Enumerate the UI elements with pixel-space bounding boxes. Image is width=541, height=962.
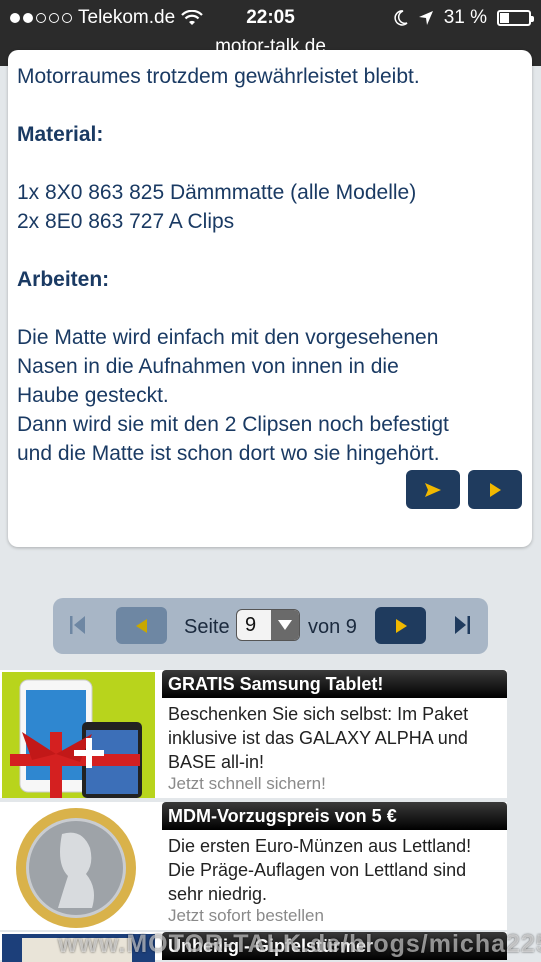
status-right: 31 % xyxy=(394,7,534,29)
carrier-name: Telekom.de xyxy=(78,7,176,28)
chevron-down-icon xyxy=(271,610,299,640)
article-text-fragment: Motorraumes trotzdem gewährleistet bleib… xyxy=(17,65,420,88)
work-heading: Arbeiten: xyxy=(17,268,110,291)
watermark: www.MOTOR-TALK.de/blogs/micha225/ xyxy=(58,930,541,958)
wifi-icon xyxy=(181,10,203,25)
page-count-label: von 9 xyxy=(308,616,357,638)
page-select[interactable]: 9 xyxy=(236,609,300,641)
page-select-value: 9 xyxy=(245,614,257,636)
ad-title[interactable]: GRATIS Samsung Tablet! xyxy=(162,670,507,698)
work-line: Dann wird sie mit den 2 Clipsen noch bef… xyxy=(17,413,449,436)
first-page-icon xyxy=(70,616,85,634)
arrow-right-icon xyxy=(395,618,407,633)
article-body: Motorraumes trotzdem gewährleistet bleib… xyxy=(17,62,517,468)
signal-strength-icon xyxy=(10,13,72,23)
status-bar: Telekom.de 22:05 31 % xyxy=(0,0,541,34)
article-actions xyxy=(406,470,522,509)
ad-title[interactable]: MDM-Vorzugspreis von 5 € xyxy=(162,802,507,830)
ad-description: Beschenken Sie sich selbst: Im Paket ink… xyxy=(168,704,469,772)
next-page-button[interactable] xyxy=(375,607,426,644)
location-arrow-icon xyxy=(418,11,433,25)
work-line: Die Matte wird einfach mit den vorgesehe… xyxy=(17,326,439,349)
material-item: 2x 8E0 863 727 A Clips xyxy=(17,210,235,233)
article-card: Motorraumes trotzdem gewährleistet bleib… xyxy=(8,50,532,547)
material-item: 1x 8X0 863 825 Dämmmatte (alle Modelle) xyxy=(17,181,417,204)
ad-image-coin xyxy=(2,804,155,930)
material-heading: Material: xyxy=(17,123,104,146)
status-left: Telekom.de xyxy=(10,7,203,29)
moon-icon xyxy=(394,10,408,26)
battery-percent: 31 % xyxy=(443,7,487,28)
ad-image-tablet xyxy=(2,672,155,798)
ad-item[interactable]: MDM-Vorzugspreis von 5 € Die ersten Euro… xyxy=(0,802,507,930)
arrow-left-icon xyxy=(135,618,147,633)
next-article-button[interactable] xyxy=(468,470,522,509)
ad-cta[interactable]: Jetzt sofort bestellen xyxy=(168,906,324,926)
first-page-button[interactable] xyxy=(67,613,89,642)
work-line: und die Matte ist schon dort wo sie hing… xyxy=(17,442,440,465)
ad-item[interactable]: GRATIS Samsung Tablet! Beschenken Sie si… xyxy=(0,670,507,798)
battery-icon xyxy=(497,10,534,26)
share-arrow-icon xyxy=(425,482,441,497)
play-arrow-icon xyxy=(490,482,501,497)
last-page-icon xyxy=(455,616,470,634)
work-line: Nasen in die Aufnahmen von innen in die xyxy=(17,355,399,378)
page-label: Seite xyxy=(184,616,230,638)
ad-cta[interactable]: Jetzt schnell sichern! xyxy=(168,774,326,794)
last-page-button[interactable] xyxy=(451,613,473,642)
work-line: Haube gesteckt. xyxy=(17,384,169,407)
share-button[interactable] xyxy=(406,470,460,509)
previous-page-button[interactable] xyxy=(116,607,167,644)
ad-description: Die ersten Euro-Münzen aus Lettland! Die… xyxy=(168,836,472,904)
pagination: Seite 9 von 9 xyxy=(53,598,488,654)
